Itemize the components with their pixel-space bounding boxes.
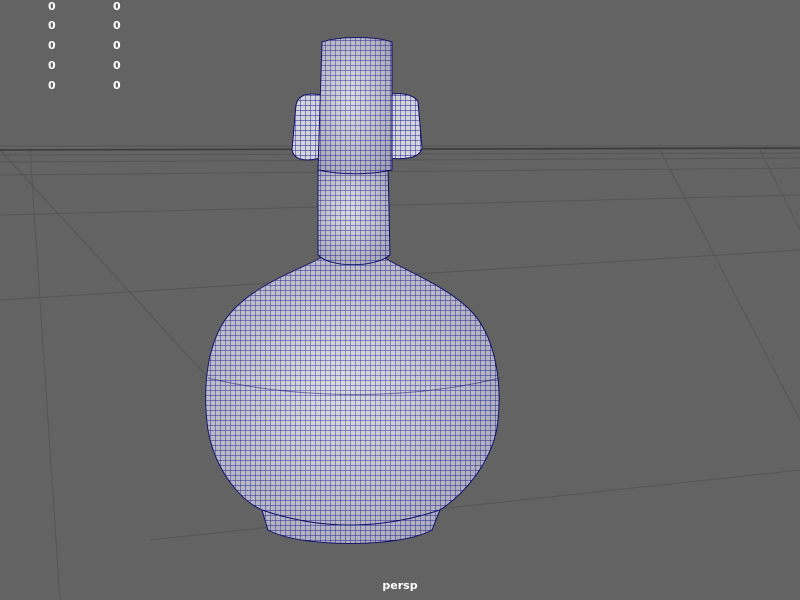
hud-value: 0 — [48, 59, 56, 72]
hud-value: 0 — [113, 39, 121, 52]
camera-label: persp — [382, 579, 418, 592]
hud-value: 0 — [113, 19, 121, 32]
hud-value: 0 — [48, 19, 56, 32]
hud-value: 0 — [48, 0, 56, 13]
viewport[interactable]: 0 0 0 0 0 0 0 0 0 0 persp — [0, 0, 800, 600]
hud-value: 0 — [48, 39, 56, 52]
hud-value: 0 — [113, 0, 121, 13]
vase-mesh — [205, 37, 501, 544]
hud-value: 0 — [113, 79, 121, 92]
hud-value: 0 — [48, 79, 56, 92]
hud-value: 0 — [113, 59, 121, 72]
